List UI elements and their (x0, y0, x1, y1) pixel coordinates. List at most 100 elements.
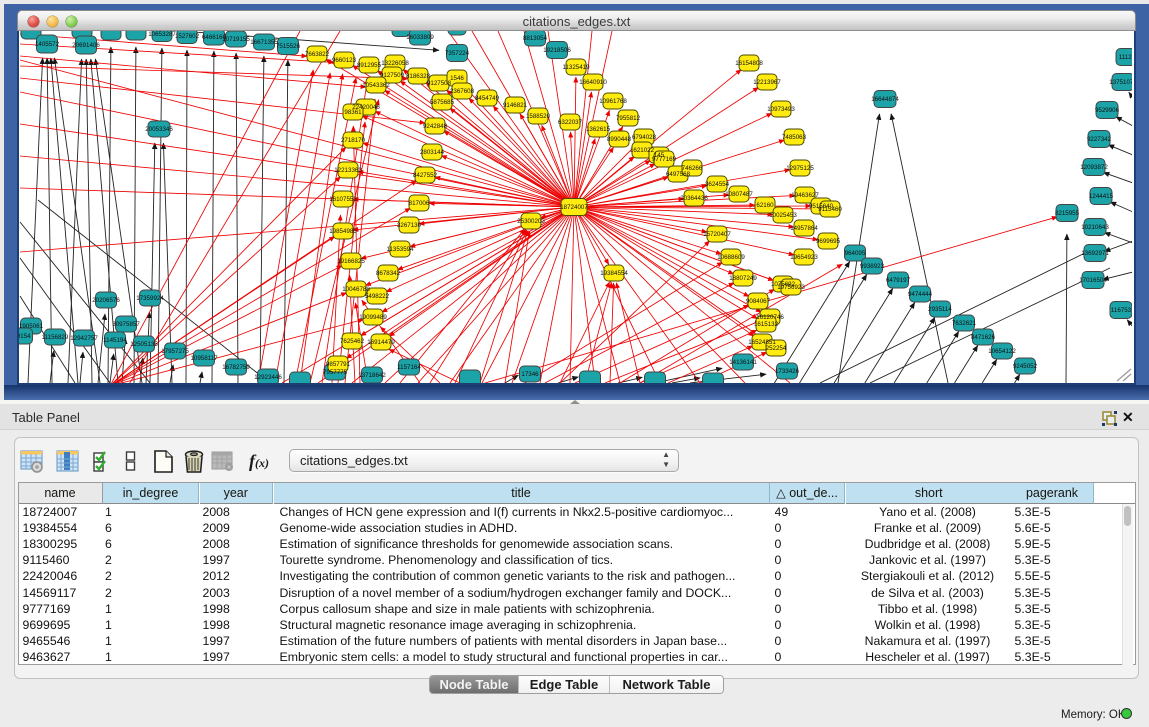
svg-text:11156829: 11156829 (42, 334, 69, 341)
svg-text:12923446: 12923446 (254, 374, 282, 381)
svg-text:2367608: 2367608 (450, 88, 475, 95)
svg-text:1546: 1546 (450, 75, 464, 82)
svg-text:252254: 252254 (766, 345, 787, 352)
svg-text:1588520: 1588520 (526, 113, 551, 120)
svg-text:19854985: 19854985 (329, 228, 357, 235)
svg-text:817006: 817006 (409, 200, 430, 207)
svg-text:10210643: 10210643 (1081, 224, 1109, 231)
svg-text:9245052: 9245052 (1013, 363, 1038, 370)
svg-text:19756923: 19756923 (777, 284, 805, 291)
svg-text:9127508: 9127508 (427, 80, 452, 87)
svg-text:3267130: 3267130 (397, 222, 422, 229)
svg-text:2718170: 2718170 (341, 137, 366, 144)
svg-text:19166825: 19166825 (337, 258, 365, 265)
svg-text:8990448: 8990448 (607, 136, 632, 143)
svg-text:16107553: 16107553 (329, 196, 357, 203)
svg-text:6322037: 6322037 (558, 119, 583, 126)
svg-text:13692971: 13692971 (1081, 250, 1109, 257)
svg-text:1362615: 1362615 (586, 126, 611, 133)
svg-text:8186328: 8186328 (406, 73, 431, 80)
svg-text:1405572: 1405572 (35, 41, 60, 48)
svg-text:5498222: 5498222 (365, 293, 390, 300)
svg-text:1733426: 1733426 (775, 368, 800, 375)
svg-text:17016504: 17016504 (1079, 277, 1107, 284)
svg-text:16914479: 16914479 (367, 339, 395, 346)
svg-text:16644874: 16644874 (871, 96, 899, 103)
svg-text:62160: 62160 (756, 202, 774, 209)
svg-text:19218506: 19218506 (543, 47, 571, 54)
svg-text:10046788: 10046788 (342, 286, 370, 293)
svg-text:11325419: 11325419 (562, 64, 590, 71)
svg-text:19463627: 19463627 (791, 192, 819, 199)
svg-text:18724007: 18724007 (560, 204, 588, 211)
svg-text:19384554: 19384554 (600, 270, 628, 277)
svg-text:13751074: 13751074 (1109, 79, 1132, 86)
svg-text:10961768: 10961768 (599, 98, 627, 105)
svg-text:9227342: 9227342 (1087, 136, 1112, 143)
svg-text:8427552: 8427552 (413, 172, 438, 179)
svg-text:8912955: 8912955 (357, 62, 382, 69)
svg-text:98361: 98361 (344, 109, 362, 116)
svg-text:16671355: 16671355 (250, 39, 278, 46)
svg-text:10719155: 10719155 (222, 36, 250, 43)
svg-text:12213967: 12213967 (753, 79, 781, 86)
svg-text:10807487: 10807487 (725, 191, 753, 198)
svg-text:9857791: 9857791 (326, 361, 351, 368)
svg-text:8471626: 8471626 (971, 334, 996, 341)
svg-text:1905061: 1905061 (19, 323, 44, 330)
svg-text:116753: 116753 (1111, 307, 1132, 314)
svg-text:10025453: 10025453 (769, 212, 797, 219)
svg-text:7632621: 7632621 (952, 320, 977, 327)
svg-text:6479197: 6479197 (886, 277, 911, 284)
svg-text:12093872: 12093872 (1080, 164, 1108, 171)
svg-text:10654122: 10654122 (988, 348, 1016, 355)
svg-text:18807249: 18807249 (729, 275, 757, 282)
svg-text:7625462: 7625462 (340, 338, 365, 345)
svg-text:16154808: 16154808 (735, 60, 763, 67)
svg-text:7515526: 7515526 (276, 43, 301, 50)
svg-text:13718642: 13718642 (358, 372, 386, 379)
svg-text:8454749: 8454749 (475, 95, 500, 102)
svg-text:39154: 39154 (19, 333, 31, 340)
svg-text:7357224: 7357224 (445, 50, 470, 57)
svg-text:7485063: 7485063 (782, 134, 807, 141)
svg-text:7957775: 7957775 (323, 369, 348, 376)
svg-text:20053346: 20053346 (145, 126, 173, 133)
svg-text:17359924: 17359924 (136, 295, 164, 302)
svg-text:10543362: 10543362 (362, 82, 390, 89)
svg-text:1157164: 1157164 (397, 364, 421, 371)
svg-text:9474444: 9474444 (908, 291, 933, 298)
svg-text:3624554: 3624554 (705, 181, 730, 188)
svg-text:6497568: 6497568 (666, 171, 691, 178)
svg-text:15720407: 15720407 (703, 231, 731, 238)
svg-text:2935114: 2935114 (928, 306, 952, 313)
svg-text:1527602: 1527602 (175, 33, 200, 40)
svg-text:12213363: 12213363 (334, 167, 362, 174)
svg-text:12505135: 12505135 (130, 341, 158, 348)
svg-text:746266: 746266 (682, 165, 703, 172)
svg-text:1615132: 1615132 (754, 321, 779, 328)
svg-text:8678342: 8678342 (376, 270, 401, 277)
svg-text:10653287: 10653287 (148, 31, 176, 38)
svg-text:30975857: 30975857 (112, 321, 140, 328)
svg-text:9146821: 9146821 (503, 102, 528, 109)
svg-text:1145194: 1145194 (103, 337, 127, 344)
svg-text:7663822: 7663822 (305, 51, 330, 58)
svg-text:17957275: 17957275 (161, 348, 189, 355)
svg-text:9660123: 9660123 (332, 57, 357, 64)
svg-text:12975125: 12975125 (786, 165, 814, 172)
svg-text:19099489: 19099489 (359, 314, 387, 321)
svg-text:6794028: 6794028 (632, 134, 657, 141)
svg-text:9127509: 9127509 (380, 72, 405, 79)
svg-text:10688609: 10688609 (717, 254, 745, 261)
svg-text:11127: 11127 (1119, 54, 1132, 61)
svg-text:20691406: 20691406 (72, 42, 100, 49)
svg-text:12942757: 12942757 (70, 335, 98, 342)
svg-text:1244415: 1244415 (1089, 193, 1114, 200)
svg-text:9777169: 9777169 (652, 156, 677, 163)
svg-text:10973493: 10973493 (767, 106, 795, 113)
svg-text:25300203: 25300203 (517, 218, 545, 225)
svg-text:9115460: 9115460 (818, 206, 842, 213)
svg-text:5875685: 5875685 (430, 99, 455, 106)
svg-text:9084067: 9084067 (746, 298, 771, 305)
